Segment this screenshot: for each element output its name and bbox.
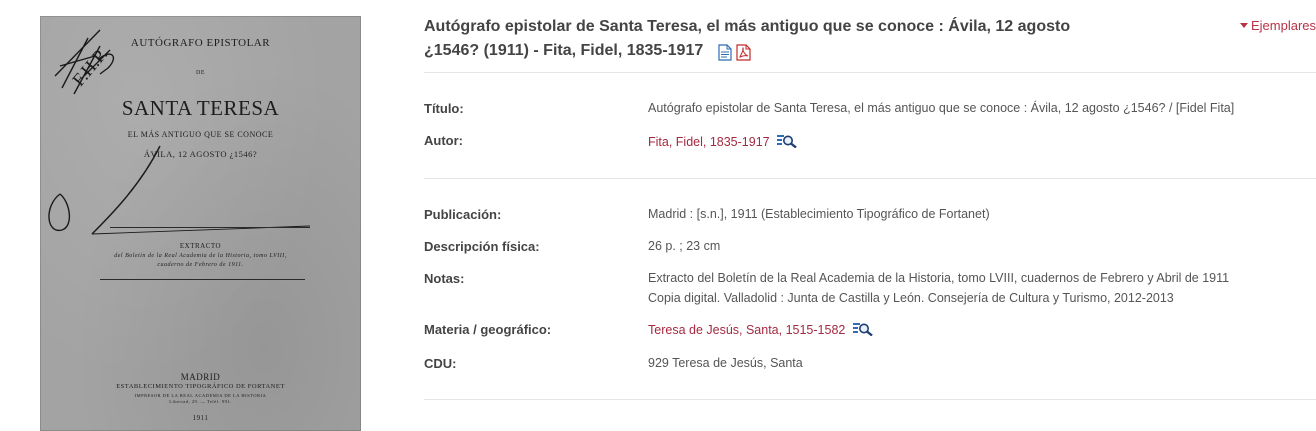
cover-extract-title: EXTRACTO bbox=[179, 242, 222, 250]
field-value-notas: Extracto del Boletín de la Real Academia… bbox=[648, 268, 1229, 308]
handwritten-annotation: F.H.P. bbox=[48, 29, 311, 235]
field-value-autor: Fita, Fidel, 1835-1917 bbox=[648, 132, 798, 152]
cover-title-line1: AUTÓGRAFO EPISTOLAR bbox=[130, 37, 271, 49]
book-cover-image[interactable]: F.H.P. AUTÓGRAFO EPISTOLAR DE SANTA TERE… bbox=[40, 16, 361, 431]
ejemplares-toggle[interactable]: Ejemplares bbox=[1240, 18, 1316, 33]
field-label-notas: Notas: bbox=[424, 271, 465, 286]
search-subject-icon[interactable] bbox=[852, 322, 874, 336]
handwritten-initials: F.H.P. bbox=[68, 44, 111, 90]
divider bbox=[424, 399, 1316, 400]
caret-down-icon bbox=[1240, 23, 1248, 28]
ejemplares-label: Ejemplares bbox=[1251, 18, 1316, 33]
divider bbox=[424, 72, 1316, 73]
subject-link[interactable]: Teresa de Jesús, Santa, 1515-1582 bbox=[648, 323, 845, 337]
search-author-icon[interactable] bbox=[776, 134, 798, 148]
document-icon[interactable] bbox=[718, 44, 732, 61]
cover-title-line2: DE bbox=[196, 70, 205, 76]
field-label-descripcion: Descripción física: bbox=[424, 239, 540, 254]
field-value-descripcion: 26 p. ; 23 cm bbox=[648, 239, 721, 253]
cover-extract-text: del Boletín de la Real Academia de la Hi… bbox=[40, 252, 361, 270]
field-value-materia: Teresa de Jesús, Santa, 1515-1582 bbox=[648, 320, 874, 340]
field-value-cdu: 929 Teresa de Jesús, Santa bbox=[648, 356, 803, 370]
pdf-icon[interactable] bbox=[736, 44, 751, 61]
cover-printer-sub2: Libertad, 29. — Teléf. 991. bbox=[169, 399, 232, 404]
field-value-titulo: Autógrafo epistolar de Santa Teresa, el … bbox=[648, 101, 1235, 115]
field-label-cdu: CDU: bbox=[424, 356, 457, 371]
field-label-publicacion: Publicación: bbox=[424, 207, 502, 222]
notas-line1: Extracto del Boletín de la Real Academia… bbox=[648, 271, 1230, 285]
file-icons bbox=[718, 41, 751, 65]
cover-extract-line2: cuaderno de Febrero de 1911. bbox=[157, 262, 244, 268]
record-title-line1: Autógrafo epistolar de Santa Teresa, el … bbox=[424, 18, 1071, 35]
cover-printer: ESTABLECIMIENTO TIPOGRÁFICO DE FORTANET bbox=[116, 383, 285, 390]
divider bbox=[424, 178, 1316, 179]
record-title: Autógrafo epistolar de Santa Teresa, el … bbox=[424, 15, 1124, 65]
record-title-line2: ¿1546? (1911) - Fita, Fidel, 1835-1917 bbox=[424, 42, 704, 59]
author-link[interactable]: Fita, Fidel, 1835-1917 bbox=[648, 135, 770, 149]
field-value-publicacion: Madrid : [s.n.], 1911 (Establecimiento T… bbox=[648, 207, 990, 221]
cover-date: ÁVILA, 12 AGOSTO ¿1546? bbox=[143, 149, 258, 159]
cover-city: MADRID bbox=[180, 372, 221, 382]
cover-rule bbox=[110, 227, 310, 228]
cover-title-line3: SANTA TERESA bbox=[121, 96, 280, 120]
field-label-titulo: Título: bbox=[424, 101, 464, 116]
field-label-autor: Autor: bbox=[424, 133, 463, 148]
field-label-materia: Materia / geográfico: bbox=[424, 322, 552, 337]
cover-subtitle: EL MÁS ANTIGUO QUE SE CONOCE bbox=[127, 130, 274, 139]
cover-year: 1911 bbox=[192, 414, 209, 422]
cover-rule bbox=[100, 279, 305, 280]
notas-line2: Copia digital. Valladolid : Junta de Cas… bbox=[648, 291, 1174, 305]
cover-printer-details: IMPRESOR DE LA REAL ACADEMIA DE LA HISTO… bbox=[40, 393, 361, 405]
cover-extract-line1: del Boletín de la Real Academia de la Hi… bbox=[114, 253, 287, 259]
